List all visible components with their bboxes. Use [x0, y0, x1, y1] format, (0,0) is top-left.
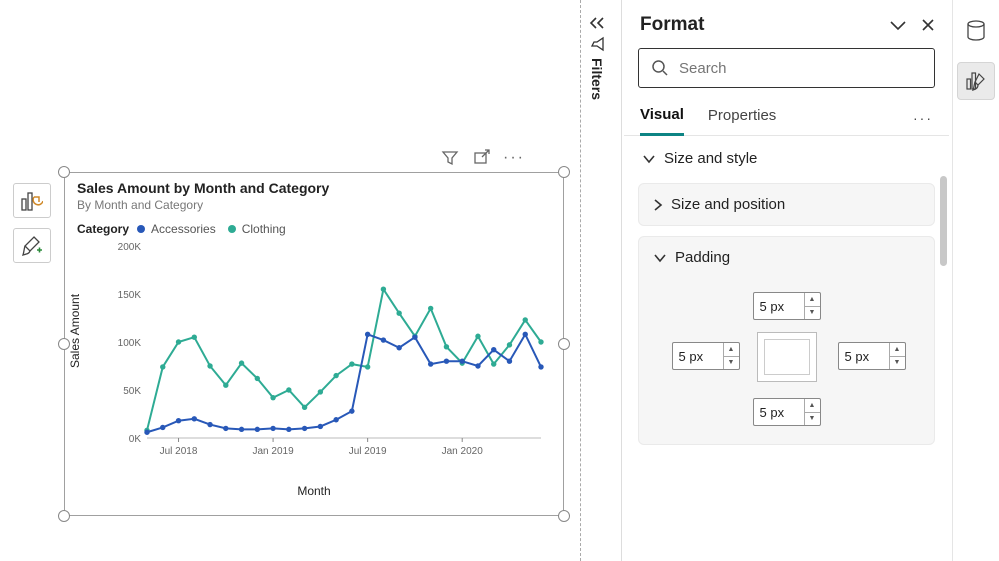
- chart-plot-area: 0K 50K 100K 150K 200K Jul 2018 Jan 2019 Jul 201…: [117, 242, 545, 462]
- bar-brush-icon: [965, 70, 987, 92]
- database-icon: [966, 20, 986, 42]
- svg-text:100K: 100K: [118, 338, 142, 349]
- chevron-down-icon: [653, 253, 667, 263]
- spin-up-icon[interactable]: ▲: [724, 343, 739, 357]
- chevron-down-icon: [642, 154, 656, 164]
- card-label: Padding: [675, 249, 730, 266]
- section-label: Size and style: [664, 150, 757, 167]
- chart-legend: Category Accessories Clothing: [77, 222, 551, 236]
- legend-label: Accessories: [151, 222, 216, 236]
- section-size-and-style[interactable]: Size and style: [634, 136, 939, 179]
- visual-header-actions: ···: [440, 148, 524, 168]
- chevron-double-left-icon: [588, 16, 606, 30]
- search-input[interactable]: [679, 60, 922, 77]
- svg-text:50K: 50K: [123, 386, 141, 397]
- svg-text:200K: 200K: [118, 242, 142, 253]
- legend-label: Clothing: [242, 222, 286, 236]
- padding-top-input[interactable]: 5 px ▲▼: [753, 292, 821, 320]
- spin-up-icon[interactable]: ▲: [890, 343, 905, 357]
- format-pane: Format Visual Properties ··· Size and st…: [621, 0, 951, 561]
- padding-editor: 5 px ▲▼ 5 px ▲▼ 5 px ▲▼ 5 px ▲▼: [672, 286, 902, 426]
- spin-down-icon[interactable]: ▼: [805, 307, 820, 320]
- card-label: Size and position: [671, 196, 785, 213]
- spin-down-icon[interactable]: ▼: [724, 357, 739, 370]
- svg-text:Jul 2018: Jul 2018: [160, 446, 198, 457]
- format-tabs: Visual Properties ···: [624, 98, 949, 136]
- chevron-right-icon: [653, 198, 663, 212]
- chart-subtitle: By Month and Category: [77, 198, 551, 212]
- pane-title: Format: [640, 14, 704, 36]
- padding-left-input[interactable]: 5 px ▲▼: [672, 342, 740, 370]
- pane-divider[interactable]: [580, 0, 581, 561]
- padding-value: 5 px: [754, 299, 804, 314]
- svg-text:0K: 0K: [129, 434, 142, 445]
- legend-swatch-clothing: [228, 225, 236, 233]
- more-options-icon[interactable]: ···: [504, 148, 524, 168]
- svg-text:Jul 2019: Jul 2019: [349, 446, 387, 457]
- spin-up-icon[interactable]: ▲: [805, 293, 820, 307]
- chart-title: Sales Amount by Month and Category: [77, 180, 551, 196]
- visual-toolbox: [13, 183, 51, 263]
- card-header[interactable]: Size and position: [639, 184, 934, 225]
- svg-text:150K: 150K: [118, 290, 142, 301]
- resize-handle[interactable]: [558, 166, 570, 178]
- format-sections[interactable]: Size and style Size and position Padding…: [622, 136, 951, 556]
- spin-up-icon[interactable]: ▲: [805, 399, 820, 413]
- svg-text:Jan 2020: Jan 2020: [442, 446, 484, 457]
- filters-pane-label: Filters: [589, 58, 605, 100]
- padding-value: 5 px: [673, 349, 723, 364]
- right-rail: [952, 0, 999, 561]
- tab-visual[interactable]: Visual: [640, 98, 684, 136]
- focus-mode-icon[interactable]: [472, 148, 492, 168]
- format-visual-button[interactable]: [13, 228, 51, 263]
- filters-collapsed-pane[interactable]: Filters: [588, 16, 606, 100]
- chevron-down-icon[interactable]: [889, 16, 907, 34]
- legend-swatch-accessories: [137, 225, 145, 233]
- filter-icon: [589, 36, 605, 52]
- resize-handle[interactable]: [58, 510, 70, 522]
- close-icon[interactable]: [919, 16, 937, 34]
- padding-right-input[interactable]: 5 px ▲▼: [838, 342, 906, 370]
- y-axis-label: Sales Amount: [68, 294, 82, 368]
- padding-value: 5 px: [839, 349, 889, 364]
- paintbrush-plus-icon: [21, 235, 43, 257]
- build-visual-button[interactable]: [13, 183, 51, 218]
- padding-bottom-input[interactable]: 5 px ▲▼: [753, 398, 821, 426]
- search-icon: [651, 59, 669, 77]
- spin-down-icon[interactable]: ▼: [805, 413, 820, 426]
- x-axis-label: Month: [297, 484, 330, 498]
- resize-handle[interactable]: [558, 510, 570, 522]
- padding-preview-box: [757, 332, 817, 382]
- chart-visual[interactable]: Sales Amount by Month and Category By Mo…: [64, 172, 564, 516]
- format-search[interactable]: [638, 48, 935, 88]
- legend-title: Category: [77, 222, 129, 236]
- spin-down-icon[interactable]: ▼: [890, 357, 905, 370]
- card-header[interactable]: Padding: [639, 237, 934, 278]
- resize-handle[interactable]: [558, 338, 570, 350]
- card-size-and-position: Size and position: [638, 183, 935, 226]
- format-pane-button[interactable]: [957, 62, 995, 100]
- report-canvas[interactable]: ··· Sales Amount by Month and Category B…: [0, 0, 580, 561]
- bar-chart-icon: [21, 191, 43, 211]
- data-pane-button[interactable]: [957, 12, 995, 50]
- padding-value: 5 px: [754, 405, 804, 420]
- scrollbar-thumb[interactable]: [940, 176, 947, 266]
- svg-text:Jan 2019: Jan 2019: [253, 446, 295, 457]
- card-padding: Padding 5 px ▲▼ 5 px ▲▼ 5 px ▲▼: [638, 236, 935, 445]
- more-options-icon[interactable]: ···: [913, 110, 933, 126]
- resize-handle[interactable]: [58, 166, 70, 178]
- tab-properties[interactable]: Properties: [708, 99, 776, 134]
- filter-icon[interactable]: [440, 148, 460, 168]
